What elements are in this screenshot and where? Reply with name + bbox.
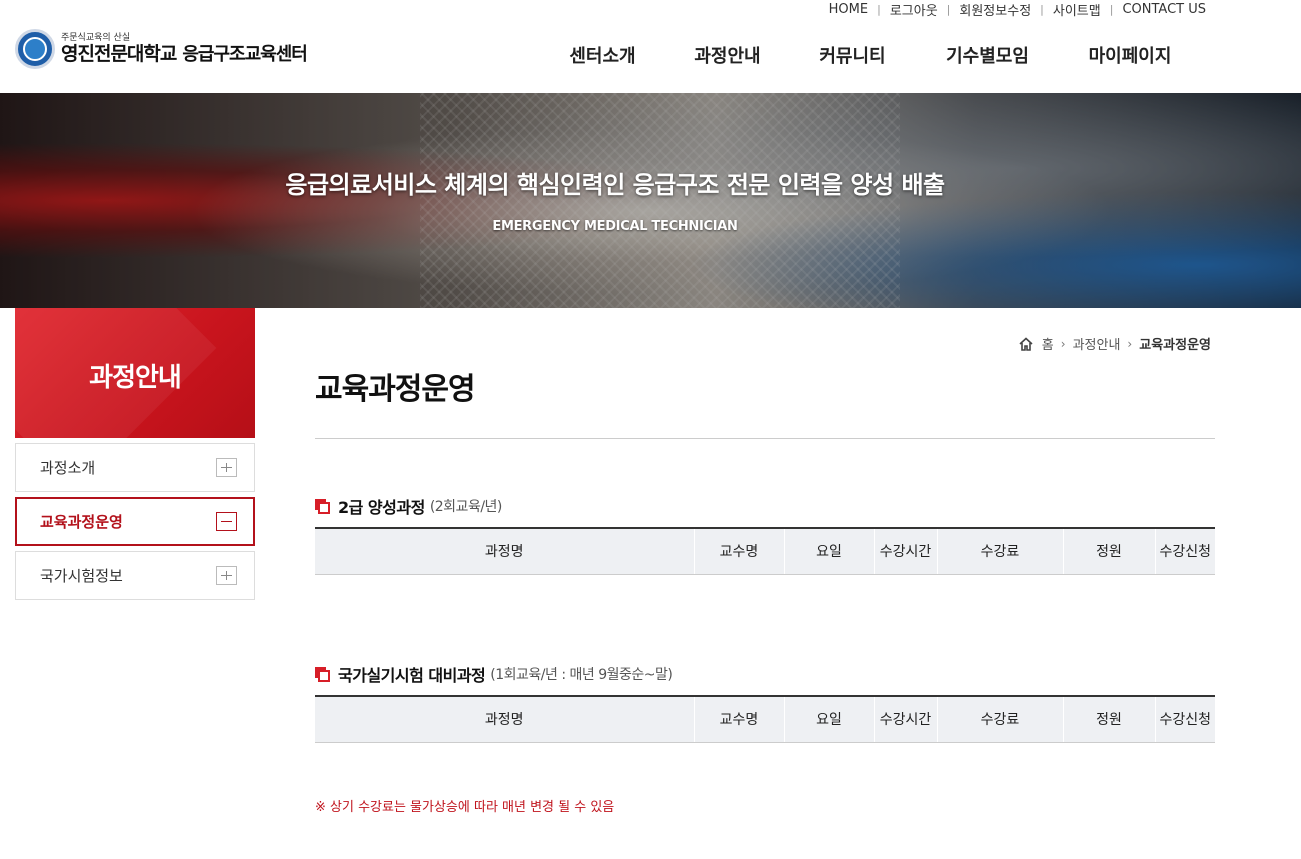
separator: | xyxy=(1040,2,1044,16)
col-hours: 수강시간 xyxy=(874,696,938,743)
square-bullet-icon xyxy=(315,666,330,682)
logo-slogan: 주문식교육의 산실 xyxy=(61,33,131,43)
util-home-link[interactable]: HOME xyxy=(829,2,868,17)
site-logo[interactable]: 주문식교육의 산실 영진전문대학교 응급구조교육센터 xyxy=(15,29,308,69)
separator: | xyxy=(946,2,951,16)
side-menu: 과정소개 교육과정운영 국가시험정보 xyxy=(15,443,255,605)
util-logout-link[interactable]: 로그아웃 xyxy=(890,0,938,19)
col-fee: 수강료 xyxy=(937,528,1064,575)
plus-icon xyxy=(216,566,237,585)
section-note: (1회교육/년 : 매년 9월중순~말) xyxy=(490,667,673,683)
side-menu-item-label: 국가시험정보 xyxy=(40,567,123,585)
hero-banner: 응급의료서비스 체계의 핵심인력인 응급구조 전문 인력을 양성 배출 EMER… xyxy=(0,93,1301,308)
col-apply: 수강신청 xyxy=(1155,696,1215,743)
page-title: 교육과정운영 xyxy=(315,372,476,407)
chevron-right-icon: › xyxy=(1060,336,1066,351)
plus-icon xyxy=(216,458,237,477)
side-menu-item-national-exam[interactable]: 국가시험정보 xyxy=(15,551,255,600)
col-hours: 수강시간 xyxy=(874,528,938,575)
home-icon[interactable] xyxy=(1018,336,1034,352)
breadcrumb: 홈 › 과정안내 › 교육과정운영 xyxy=(1018,334,1211,353)
util-edit-member-link[interactable]: 회원정보수정 xyxy=(959,0,1031,19)
side-menu-item-course-operation[interactable]: 교육과정운영 xyxy=(15,497,255,546)
logo-college-name: 영진전문대학교 xyxy=(61,43,177,65)
main-nav: 센터소개 과정안내 커뮤니티 기수별모임 마이페이지 xyxy=(540,42,1200,68)
section-title-text: 2급 양성과정 xyxy=(338,498,425,517)
breadcrumb-home[interactable]: 홈 xyxy=(1042,334,1054,353)
minus-icon xyxy=(216,512,237,531)
util-contact-link[interactable]: CONTACT US xyxy=(1122,2,1206,17)
section-title-level2-course: 2급 양성과정 (2회교육/년) xyxy=(315,494,502,518)
square-bullet-icon xyxy=(315,498,330,514)
side-menu-item-label: 교육과정운영 xyxy=(40,513,123,531)
breadcrumb-parent[interactable]: 과정안내 xyxy=(1073,334,1121,353)
chevron-right-icon: › xyxy=(1127,336,1133,351)
banner-headline: 응급의료서비스 체계의 핵심인력인 응급구조 전문 인력을 양성 배출 xyxy=(285,171,945,199)
course-table-exam-prep: 과정명 교수명 요일 수강시간 수강료 정원 수강신청 xyxy=(315,695,1215,743)
nav-center-intro[interactable]: 센터소개 xyxy=(540,42,665,68)
col-instructor: 교수명 xyxy=(694,696,785,743)
separator: | xyxy=(877,2,881,16)
logo-center-name: 응급구조교육센터 xyxy=(182,44,307,65)
side-menu-item-label: 과정소개 xyxy=(40,459,96,477)
utility-nav: HOME | 로그아웃 | 회원정보수정 | 사이트맵 | CONTACT US xyxy=(829,0,1206,19)
nav-community[interactable]: 커뮤니티 xyxy=(790,42,915,68)
nav-course-guide[interactable]: 과정안내 xyxy=(665,42,790,68)
section-note: (2회교육/년) xyxy=(429,499,503,515)
college-emblem-icon xyxy=(15,29,55,69)
nav-cohort-groups[interactable]: 기수별모임 xyxy=(915,42,1060,68)
col-capacity: 정원 xyxy=(1063,696,1156,743)
divider xyxy=(315,438,1215,439)
col-day: 요일 xyxy=(784,696,875,743)
course-table-level2: 과정명 교수명 요일 수강시간 수강료 정원 수강신청 xyxy=(315,527,1215,575)
col-capacity: 정원 xyxy=(1063,528,1156,575)
banner-subtitle: EMERGENCY MEDICAL TECHNICIAN xyxy=(492,219,738,234)
side-menu-item-course-intro[interactable]: 과정소개 xyxy=(15,443,255,492)
col-apply: 수강신청 xyxy=(1155,528,1215,575)
col-fee: 수강료 xyxy=(937,696,1064,743)
side-menu-title-text: 과정안내 xyxy=(89,362,182,393)
col-day: 요일 xyxy=(784,528,875,575)
fee-notice: ※ 상기 수강료는 물가상승에 따라 매년 변경 될 수 있음 xyxy=(315,800,615,815)
side-menu-title: 과정안내 xyxy=(15,308,255,438)
nav-mypage[interactable]: 마이페이지 xyxy=(1060,42,1200,68)
col-course-name: 과정명 xyxy=(315,696,695,743)
separator: | xyxy=(1109,2,1114,16)
col-course-name: 과정명 xyxy=(315,528,695,575)
col-instructor: 교수명 xyxy=(694,528,785,575)
section-title-exam-prep-course: 국가실기시험 대비과정 (1회교육/년 : 매년 9월중순~말) xyxy=(315,662,673,686)
util-sitemap-link[interactable]: 사이트맵 xyxy=(1053,0,1101,19)
section-title-text: 국가실기시험 대비과정 xyxy=(338,666,486,685)
breadcrumb-current: 교육과정운영 xyxy=(1139,338,1211,353)
